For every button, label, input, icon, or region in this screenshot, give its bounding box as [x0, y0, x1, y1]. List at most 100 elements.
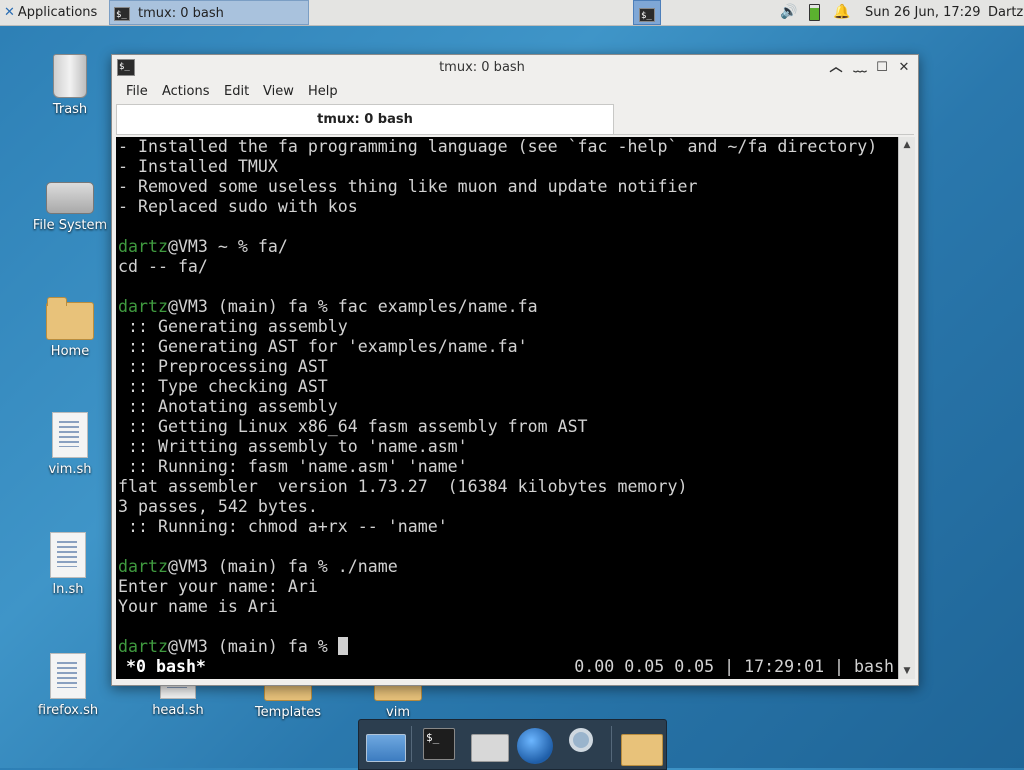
dock-app-finder-button[interactable] — [565, 726, 605, 764]
script-file-icon — [50, 653, 86, 699]
terminal-line: :: Running: chmod a+rx -- 'name' — [118, 517, 448, 537]
terminal-line: Your name is Ari — [118, 597, 278, 617]
terminal-scrollbar[interactable]: ▲ ▼ — [898, 137, 915, 679]
battery-icon[interactable] — [809, 0, 820, 25]
tmux-status-info: 0.00 0.05 0.05 | 17:29:01 | bash — [574, 657, 894, 676]
terminal-icon: $_ — [423, 728, 455, 760]
terminal-line-text: - Removed some useless thing like muon a… — [118, 177, 698, 196]
terminal-line-text: flat assembler version 1.73.27 (16384 ki… — [118, 477, 688, 496]
terminal-line: :: Generating AST for 'examples/name.fa' — [118, 337, 528, 357]
terminal-line-text: :: Type checking AST — [118, 377, 328, 396]
terminal-line-text: - Installed the fa programming language … — [118, 137, 878, 156]
terminal-line: :: Writting assembly to 'name.asm' — [118, 437, 468, 457]
terminal-line: flat assembler version 1.73.27 (16384 ki… — [118, 477, 687, 497]
desktop-icon-label: Templates — [254, 705, 322, 720]
user-menu[interactable]: Dartz — [988, 0, 1023, 25]
terminal-line: :: Running: fasm 'name.asm' 'name' — [118, 457, 468, 477]
desktop-icon-label: vim.sh — [48, 462, 92, 477]
menu-help[interactable]: Help — [308, 84, 338, 99]
close-button[interactable]: ✕ — [894, 58, 914, 78]
terminal-line: - Replaced sudo with kos — [118, 197, 358, 217]
minimize-button[interactable]: ﹏ — [850, 58, 870, 78]
desktop-icon-firefox-sh[interactable]: firefox.sh — [20, 653, 116, 718]
notification-bell-icon[interactable]: 🔔 — [833, 0, 850, 25]
desktop-icon-home[interactable]: Home — [22, 297, 118, 359]
desktop-icon-trash[interactable]: Trash — [22, 54, 118, 117]
terminal-line: - Installed the fa programming language … — [118, 137, 877, 157]
prompt-username: dartz — [118, 557, 168, 576]
terminal-line-text: - Replaced sudo with kos — [118, 197, 358, 216]
workspace-switcher-button[interactable]: $_ — [633, 0, 661, 25]
terminal-line-text: :: Preprocessing AST — [118, 357, 328, 376]
terminal-line-text: :: Anotating assembly — [118, 397, 338, 416]
dock-show-desktop-button[interactable] — [363, 726, 406, 764]
terminal-line-text: @VM3 ~ % fa/ — [167, 237, 288, 256]
script-file-icon — [52, 412, 88, 458]
terminal-line-text: @VM3 (main) fa % ./name — [167, 557, 398, 576]
desktop-icon-label: File System — [32, 218, 108, 233]
globe-icon — [517, 728, 553, 764]
terminal-line-text: @VM3 (main) fa % — [167, 637, 338, 656]
terminal-line: :: Getting Linux x86_64 fasm assembly fr… — [118, 417, 588, 437]
terminal-line: dartz@VM3 (main) fa % fac examples/name.… — [118, 297, 538, 317]
desktop-icon-vim-sh[interactable]: vim.sh — [22, 412, 118, 477]
home-folder-icon — [46, 297, 94, 340]
trash-icon — [53, 54, 87, 98]
home-folder-icon — [471, 734, 509, 762]
tmux-window-list: *0 bash* — [126, 657, 206, 676]
terminal-window: $_ tmux: 0 bash ︿ ﹏ ☐ ✕ File Actions Edi… — [111, 54, 919, 686]
script-file-icon — [50, 532, 86, 578]
menu-edit[interactable]: Edit — [224, 84, 249, 99]
terminal-line-text: Your name is Ari — [118, 597, 278, 616]
show-desktop-icon — [366, 734, 406, 762]
terminal-output[interactable]: - Installed the fa programming language … — [116, 137, 898, 679]
terminal-line-text: :: Writting assembly to 'name.asm' — [118, 437, 468, 456]
desktop-icon-filesystem[interactable]: File System — [22, 176, 118, 233]
top-panel: ✕ Applications $_ tmux: 0 bash $_ 🔊 🔔 Sun … — [0, 0, 1024, 26]
prompt-username: dartz — [118, 237, 168, 256]
tab-bar: tmux: 0 bash — [116, 104, 914, 135]
terminal-line-text: :: Getting Linux x86_64 fasm assembly fr… — [118, 417, 588, 436]
maximize-button[interactable]: ☐ — [872, 58, 892, 78]
terminal-line-text: - Installed TMUX — [118, 157, 278, 176]
folder-icon — [621, 734, 663, 766]
tmux-status-bar: *0 bash* 0.00 0.05 0.05 | 17:29:01 | bas… — [116, 657, 898, 677]
hard-drive-icon — [46, 182, 94, 214]
dock-terminal-button[interactable]: $_ — [419, 726, 459, 764]
magnifier-icon — [569, 728, 593, 752]
dock-web-browser-button[interactable] — [515, 726, 555, 764]
desktop-icon-ln-sh[interactable]: ln.sh — [20, 532, 116, 597]
tab-tmux-bash[interactable]: tmux: 0 bash — [116, 104, 614, 134]
dock-file-manager-button[interactable] — [467, 726, 509, 764]
window-titlebar[interactable]: $_ tmux: 0 bash ︿ ﹏ ☐ ✕ — [112, 55, 918, 81]
terminal-line-text: Enter your name: Ari — [118, 577, 318, 596]
desktop-icon-label: vim — [386, 705, 410, 720]
desktop-icon-label: firefox.sh — [37, 703, 99, 718]
desktop-icon-label: head.sh — [152, 703, 204, 718]
terminal-line-text: :: Generating assembly — [118, 317, 348, 336]
terminal-line-text: @VM3 (main) fa % fac examples/name.fa — [167, 297, 538, 316]
dock-folder-button[interactable] — [619, 726, 663, 766]
terminal-line-text: :: Running: fasm 'name.asm' 'name' — [118, 457, 468, 476]
menu-actions[interactable]: Actions — [162, 84, 210, 99]
terminal-line: :: Preprocessing AST — [118, 357, 328, 377]
taskbar-button-label: tmux: 0 bash — [138, 6, 224, 21]
taskbar-button-tmux[interactable]: $_ tmux: 0 bash — [109, 0, 309, 25]
terminal-icon: $_ — [114, 6, 130, 21]
scroll-down-arrow-icon[interactable]: ▼ — [901, 665, 913, 677]
shade-button[interactable]: ︿ — [826, 58, 846, 78]
scroll-up-arrow-icon[interactable]: ▲ — [901, 139, 913, 151]
terminal-line: cd -- fa/ — [118, 257, 208, 277]
menu-file[interactable]: File — [126, 84, 148, 99]
desktop-icon-label: Home — [50, 344, 90, 359]
terminal-line-text: :: Generating AST for 'examples/name.fa' — [118, 337, 528, 356]
terminal-line: Enter your name: Ari — [118, 577, 318, 597]
applications-menu-button[interactable]: ✕ Applications — [0, 0, 110, 25]
menu-view[interactable]: View — [263, 84, 294, 99]
clock[interactable]: Sun 26 Jun, 17:29 — [865, 0, 981, 25]
volume-icon[interactable]: 🔊 — [780, 0, 797, 25]
terminal-line: 3 passes, 542 bytes. — [118, 497, 318, 517]
terminal-line: :: Anotating assembly — [118, 397, 338, 417]
window-title: tmux: 0 bash — [439, 60, 525, 75]
terminal-line: :: Generating assembly — [118, 317, 348, 337]
